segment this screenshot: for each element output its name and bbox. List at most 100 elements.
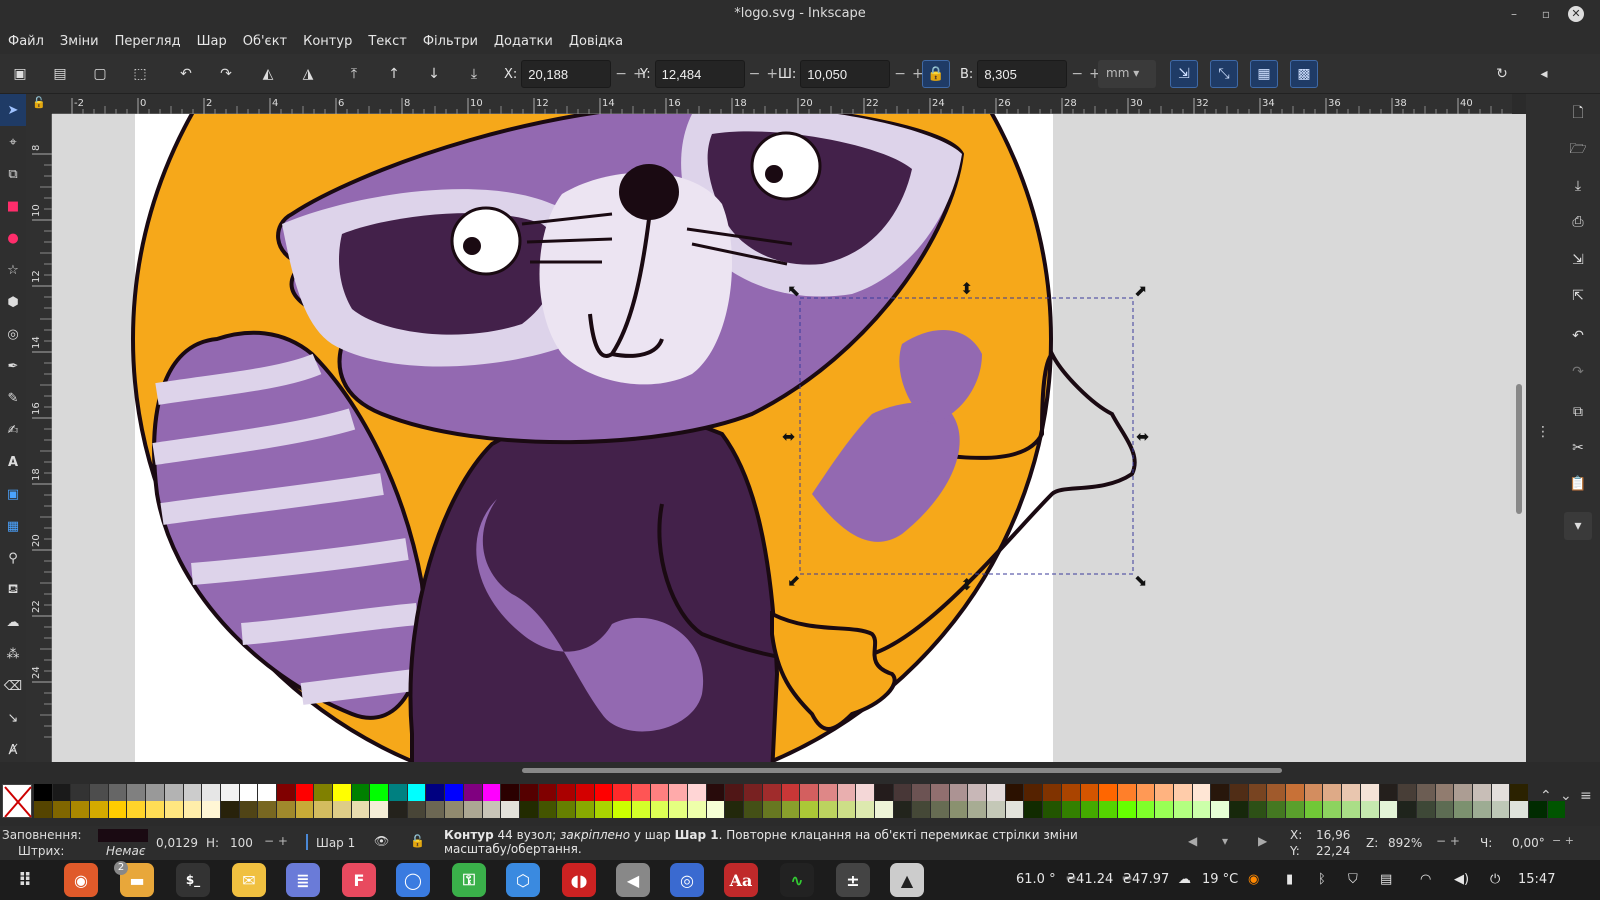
- document-viewer-icon[interactable]: ≣: [286, 863, 320, 897]
- palette-swatch[interactable]: [34, 801, 53, 818]
- layer-lock-icon[interactable]: 🔓: [410, 834, 425, 848]
- minimize-button[interactable]: –: [1504, 4, 1524, 24]
- rotate-cw-icon[interactable]: ↷: [212, 60, 240, 88]
- palette-swatch[interactable]: [127, 801, 147, 818]
- connector-tool-icon[interactable]: ↘: [0, 702, 26, 734]
- palette-swatch[interactable]: [613, 784, 632, 801]
- scale-handle-ne[interactable]: ⬈: [1134, 281, 1147, 300]
- x-input[interactable]: [521, 60, 612, 88]
- palette-swatch[interactable]: [538, 784, 558, 801]
- palette-swatch[interactable]: [370, 801, 390, 818]
- vertical-scrollbar[interactable]: [1512, 114, 1526, 762]
- palette-swatch[interactable]: [949, 784, 969, 801]
- app-grid-icon[interactable]: ⠿: [8, 863, 42, 897]
- menu-help[interactable]: Довідка: [569, 34, 623, 49]
- more-commands-icon[interactable]: ▾: [1564, 512, 1592, 540]
- palette-swatch[interactable]: [1155, 784, 1174, 801]
- menu-object[interactable]: Об'єкт: [243, 34, 287, 49]
- palette-swatch[interactable]: [856, 784, 875, 801]
- palette-swatch[interactable]: [1117, 801, 1137, 818]
- menu-edit[interactable]: Зміни: [60, 34, 99, 49]
- palette-swatch[interactable]: [90, 801, 109, 818]
- palette-swatch[interactable]: [1248, 801, 1268, 818]
- sound-app-icon[interactable]: ◀: [616, 863, 650, 897]
- selector-tool-icon[interactable]: ➤: [0, 94, 26, 126]
- scale-handle-e[interactable]: ⬌: [1136, 427, 1149, 446]
- palette-swatch[interactable]: [52, 784, 72, 801]
- palette-swatch[interactable]: [1398, 801, 1417, 818]
- palette-menu-icon[interactable]: ≡: [1580, 788, 1592, 804]
- clock[interactable]: 15:47: [1518, 872, 1555, 887]
- palette-swatch[interactable]: [276, 784, 296, 801]
- palette-swatch[interactable]: [1005, 801, 1025, 818]
- pencil-tool-icon[interactable]: ✎: [0, 382, 26, 414]
- palette-swatch[interactable]: [276, 801, 296, 818]
- horizontal-scroll-thumb[interactable]: [522, 768, 1282, 773]
- terminal-icon[interactable]: $_: [176, 863, 210, 897]
- palette-swatch[interactable]: [389, 801, 408, 818]
- open-document-icon[interactable]: 🗁: [1564, 136, 1592, 164]
- select-all-layers-icon[interactable]: ▤: [46, 60, 74, 88]
- palette-swatch[interactable]: [1342, 801, 1361, 818]
- save-document-icon[interactable]: ⤓: [1564, 172, 1592, 200]
- palette-swatch[interactable]: [1435, 784, 1455, 801]
- deselect-icon[interactable]: ▢: [86, 60, 114, 88]
- palette-swatch[interactable]: [71, 784, 91, 801]
- palette-swatch[interactable]: [1099, 801, 1118, 818]
- palette-swatch[interactable]: [1192, 784, 1212, 801]
- palette-swatch[interactable]: [183, 784, 203, 801]
- menu-path[interactable]: Контур: [303, 34, 352, 49]
- palette-swatch[interactable]: [949, 801, 969, 818]
- palette-swatch[interactable]: [1398, 784, 1417, 801]
- palette-swatch[interactable]: [1230, 801, 1249, 818]
- lower-icon[interactable]: ↓: [420, 60, 448, 88]
- palette-swatch[interactable]: [1080, 801, 1100, 818]
- palette-swatch[interactable]: [781, 801, 801, 818]
- dictionary-icon[interactable]: Aa: [724, 863, 758, 897]
- paste-icon[interactable]: 📋: [1564, 470, 1592, 498]
- palette-swatch[interactable]: [1360, 801, 1380, 818]
- palette-swatch[interactable]: [575, 784, 595, 801]
- palette-swatch[interactable]: [557, 784, 576, 801]
- maximize-button[interactable]: ▫: [1536, 4, 1556, 24]
- palette-swatch[interactable]: [557, 801, 576, 818]
- palette-swatch[interactable]: [127, 784, 147, 801]
- undo-icon[interactable]: ↶: [1564, 322, 1592, 350]
- palette-swatch[interactable]: [1491, 784, 1511, 801]
- zoom-stepper[interactable]: − +: [1436, 834, 1460, 848]
- lower-to-bottom-icon[interactable]: ⤓: [460, 60, 488, 88]
- screenshot-icon[interactable]: ◎: [670, 863, 704, 897]
- stroke-value[interactable]: Немає: [106, 844, 145, 858]
- palette-swatch[interactable]: [220, 801, 240, 818]
- palette-swatch[interactable]: [1099, 784, 1118, 801]
- palette-swatch[interactable]: [1323, 784, 1343, 801]
- palette-swatch[interactable]: [407, 784, 427, 801]
- text-tool-icon[interactable]: A: [0, 446, 26, 478]
- calculator-icon[interactable]: ±: [836, 863, 870, 897]
- palette-swatch[interactable]: [1286, 801, 1305, 818]
- fill-swatch[interactable]: [98, 829, 148, 842]
- layer-prev-icon[interactable]: ◀: [1188, 834, 1197, 848]
- palette-swatch[interactable]: [1043, 801, 1062, 818]
- gradient-tool-icon[interactable]: ▣: [0, 478, 26, 510]
- rotation-stepper[interactable]: − +: [1552, 834, 1574, 847]
- inkscape-icon[interactable]: ▲: [890, 863, 924, 897]
- y-input[interactable]: [654, 60, 745, 88]
- palette-swatch[interactable]: [519, 784, 539, 801]
- palette-swatch[interactable]: [1248, 784, 1268, 801]
- palette-swatch[interactable]: [968, 784, 988, 801]
- palette-swatch[interactable]: [1416, 801, 1436, 818]
- palette-swatch[interactable]: [1416, 784, 1436, 801]
- 3d-box-tool-icon[interactable]: ⬢: [0, 286, 26, 318]
- measure-tool-icon[interactable]: Ⱥ: [0, 734, 26, 766]
- import-icon[interactable]: ⇲: [1564, 246, 1592, 274]
- palette-swatch[interactable]: [800, 801, 819, 818]
- palette-swatch[interactable]: [146, 801, 165, 818]
- drawing-canvas[interactable]: ⬉ ⬍ ⬈ ⬌ ⬌ ⬋ ⬍ ⬊: [52, 114, 1512, 762]
- palette-swatch[interactable]: [370, 784, 390, 801]
- palette-swatch[interactable]: [1173, 784, 1193, 801]
- palette-swatch[interactable]: [1061, 784, 1081, 801]
- node-tool-icon[interactable]: ⌖: [0, 126, 26, 158]
- palette-swatch[interactable]: [183, 801, 203, 818]
- palette-swatch[interactable]: [1005, 784, 1025, 801]
